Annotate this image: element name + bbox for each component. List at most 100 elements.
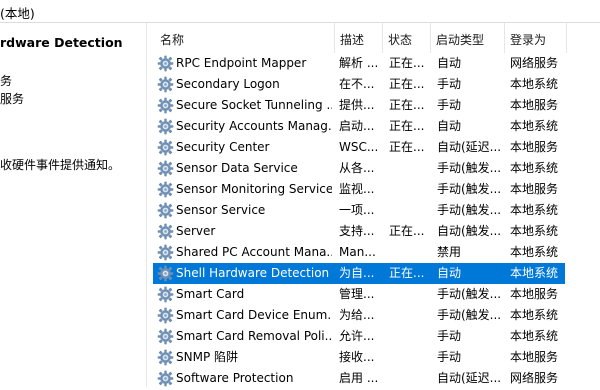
service-detail-pane: rdware Detection 务 服务 收硬件事件提供通知。 (0, 23, 146, 387)
cell-description: 管理... (339, 287, 375, 301)
table-row[interactable]: Secondary Logon 在不... 正在... 手动 本地系统 (147, 74, 600, 95)
cell-logon-as: 本地服务 (510, 140, 559, 154)
cell-startup-type: 手动(触发... (437, 287, 502, 301)
gear-icon (157, 370, 174, 387)
cell-description: 启动... (339, 119, 375, 133)
cell-name: Sensor Monitoring Service (176, 182, 332, 196)
table-row[interactable]: Security Accounts Manag... 启动... 正在... 自动 本地… (147, 116, 600, 137)
cell-status (389, 158, 429, 179)
cell-logon-as: 本地服务 (510, 287, 559, 301)
cell-status: 正在... (389, 140, 425, 154)
restart-service-link[interactable]: 服务 (0, 90, 24, 107)
gear-icon (157, 181, 174, 198)
cell-description: 为自... (339, 266, 375, 280)
cell-description: 解析 ... (339, 56, 379, 70)
cell-startup-type: 手动 (437, 329, 462, 343)
cell-startup-type: 自动(延迟... (437, 140, 502, 154)
cell-status: 正在... (389, 77, 425, 91)
table-row[interactable]: Sensor Monitoring Service 监视... 手动(触发... 本地… (147, 179, 600, 200)
cell-status (389, 179, 429, 200)
cell-name: RPC Endpoint Mapper (176, 56, 307, 70)
cell-description: 从各... (339, 161, 375, 175)
selected-service-title: rdware Detection (0, 35, 123, 50)
gear-icon (157, 118, 174, 135)
cell-status (389, 242, 429, 263)
cell-name: Shell Hardware Detection (176, 266, 330, 280)
cell-logon-as: 本地系统 (510, 119, 559, 133)
cell-logon-as: 本地系统 (510, 266, 559, 280)
cell-logon-as: 本地服务 (510, 350, 559, 364)
cell-startup-type: 自动 (437, 266, 462, 280)
cell-name: Server (176, 224, 216, 238)
cell-status (389, 200, 429, 221)
table-row[interactable]: SNMP 陷阱 接收... 手动 本地服务 (147, 347, 600, 368)
cell-name: SNMP 陷阱 (176, 350, 238, 364)
cell-startup-type: 手动 (437, 98, 462, 112)
cell-startup-type: 手动(触发... (437, 308, 502, 322)
cell-name: Shared PC Account Mana... (176, 245, 332, 259)
table-row[interactable]: Sensor Service 一项... 手动(触发... 本地系统 (147, 200, 600, 221)
cell-logon-as: 本地系统 (510, 308, 559, 322)
cell-startup-type: 自动(延迟... (437, 371, 502, 385)
table-row[interactable]: Smart Card 管理... 手动(触发... 本地服务 (147, 284, 600, 305)
cell-description: Man... (339, 245, 376, 259)
cell-startup-type: 手动(触发... (437, 203, 502, 217)
cell-status (389, 284, 429, 305)
cell-startup-type: 禁用 (437, 245, 462, 259)
gear-icon (157, 76, 174, 93)
table-row[interactable]: Shared PC Account Mana... Man... 禁用 本地系统 (147, 242, 600, 263)
gear-icon (157, 244, 174, 261)
cell-startup-type: 手动(触发... (437, 161, 502, 175)
cell-startup-type: 自动 (437, 56, 462, 70)
column-header-description[interactable]: 描述 (335, 23, 383, 53)
cell-startup-type: 手动 (437, 77, 462, 91)
cell-status: 正在... (389, 56, 425, 70)
cell-status: 正在... (389, 224, 425, 238)
cell-status (389, 326, 429, 347)
cell-startup-type: 手动 (437, 350, 462, 364)
table-row[interactable]: Security Center WSC... 正在... 自动(延迟... 本地服务 (147, 137, 600, 158)
gear-icon (157, 307, 174, 324)
table-row[interactable]: Sensor Data Service 从各... 手动(触发... 本地系统 (147, 158, 600, 179)
cell-logon-as: 本地系统 (510, 245, 559, 259)
cell-startup-type: 自动(触发... (437, 224, 502, 238)
column-header-name[interactable]: 名称 (155, 23, 335, 53)
gear-icon (157, 97, 174, 114)
gear-icon (157, 202, 174, 219)
cell-description: 允许... (339, 329, 375, 343)
table-row[interactable]: Server 支持... 正在... 自动(触发... 本地系统 (147, 221, 600, 242)
table-row[interactable]: Secure Socket Tunneling ... 提供... 正在... 手动 本… (147, 95, 600, 116)
cell-status: 正在... (389, 98, 425, 112)
stop-service-link[interactable]: 务 (0, 72, 12, 89)
column-header-logon-as[interactable]: 登录为 (505, 23, 567, 53)
column-header-startup-type[interactable]: 启动类型 (431, 23, 505, 53)
cell-description: 监视... (339, 182, 375, 196)
cell-description: WSC... (339, 140, 379, 154)
cell-name: Software Protection (176, 371, 294, 385)
window-title: (本地) (0, 6, 35, 21)
cell-status: 正在... (389, 119, 425, 133)
cell-startup-type: 自动 (437, 119, 462, 133)
cell-name: Smart Card Removal Poli... (176, 329, 332, 343)
cell-name: Sensor Service (176, 203, 266, 217)
cell-logon-as: 网络服务 (510, 56, 559, 70)
cell-name: Sensor Data Service (176, 161, 298, 175)
cell-logon-as: 本地服务 (510, 182, 559, 196)
cell-status (389, 368, 429, 389)
table-row[interactable]: Smart Card Removal Poli... 允许... 手动 本地系统 (147, 326, 600, 347)
gear-icon (157, 223, 174, 240)
cell-description: 启用 ... (339, 371, 379, 385)
table-row[interactable]: Software Protection 启用 ... 自动(延迟... 网络服务 (147, 368, 600, 389)
gear-icon (157, 55, 174, 72)
cell-logon-as: 本地系统 (510, 224, 559, 238)
cell-logon-as: 网络服务 (510, 371, 559, 385)
services-list[interactable]: 名称 描述 状态 启动类型 登录为 RPC Endpoint Mapper 解析 … (146, 23, 600, 387)
table-row[interactable]: Smart Card Device Enum... 为给... 手动(触发... 本地… (147, 305, 600, 326)
cell-description: 接收... (339, 350, 375, 364)
cell-name: Security Center (176, 140, 270, 154)
table-row-selected[interactable]: Shell Hardware Detection 为自... 正在... 自动 本地系统 (153, 263, 565, 284)
cell-description: 一项... (339, 203, 375, 217)
table-row[interactable]: RPC Endpoint Mapper 解析 ... 正在... 自动 网络服务 (147, 53, 600, 74)
service-description: 收硬件事件提供通知。 (0, 158, 121, 172)
column-header-status[interactable]: 状态 (383, 23, 431, 53)
